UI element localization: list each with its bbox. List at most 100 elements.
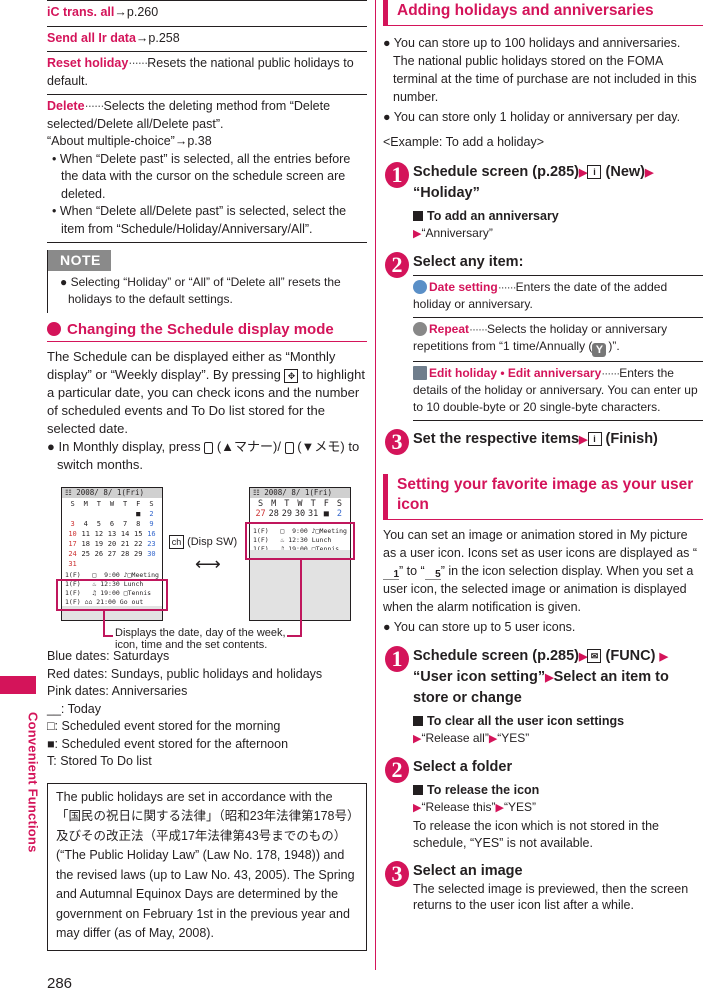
option-edit-holiday: Edit holiday • Edit anniversary······Ent… (413, 362, 703, 421)
calendar-day: 28 (120, 550, 130, 558)
calendar-day: 28 (268, 509, 279, 519)
calendar-day: 12 (94, 530, 104, 538)
option-date-setting: Date setting······Enters the date of the… (413, 274, 703, 318)
step-part: Schedule screen (p.285) (413, 163, 580, 180)
screen-title-bar: ☷ 2008/ 8/ 1(Fri) (250, 488, 350, 498)
annually-y-icon: Y (592, 342, 607, 357)
disp-sw-text: (Disp SW) (187, 536, 238, 548)
highlight-frame (56, 579, 168, 611)
term: Send all Ir data (47, 30, 136, 45)
ch-key-icon: ch (169, 535, 184, 550)
bullet-switch-months: ● In Monthly display, press (▲マナー)/ (▼メモ… (47, 438, 367, 474)
weekday-header: M (83, 500, 88, 508)
calendar-day: 29 (281, 509, 292, 519)
weekday-header: T (96, 500, 101, 508)
multi-cursor-key-icon: ✥ (284, 368, 299, 383)
leader-dots: ······ (84, 99, 105, 113)
calendar-day: 8 (136, 520, 141, 528)
step-1: 1 Schedule screen (p.285)▶ i (New)▶ “Holi… (383, 161, 703, 244)
column-divider (375, 0, 376, 970)
bullet-text: ● In Monthly display, press (47, 439, 201, 454)
edit-list-icon (413, 365, 427, 380)
up-side-key-icon (204, 441, 214, 454)
calendar-day (92, 559, 105, 569)
legend-item: T: Stored To Do list (47, 754, 152, 768)
sub-heading-text: To clear all the user icon settings (427, 713, 625, 728)
section-title: Changing the Schedule display mode (67, 320, 334, 338)
arrow-icon: ▶ (495, 802, 504, 814)
calendar-day: 19 (94, 540, 104, 548)
sub-text: ▶“Release all”▶“YES” (413, 730, 703, 749)
weekday-header: W (109, 500, 115, 508)
step-part: “User icon setting” (413, 668, 546, 685)
leader-dots: ······ (601, 365, 620, 380)
weekday-header: S (149, 500, 154, 508)
arrow-icon: ▶ (645, 166, 654, 179)
step-2: 2 Select a folder To release the icon ▶“… (383, 756, 703, 853)
i-mode-key-icon: i (587, 164, 602, 179)
page-ref-link[interactable]: “About multiple-choice”→p.38 (47, 133, 367, 151)
page-ref-link[interactable]: →p.258 (136, 31, 180, 45)
step-text: Select a folder (413, 758, 513, 775)
step-part: (New) (605, 163, 645, 180)
down-side-key-icon (284, 441, 294, 454)
step-text: Schedule screen (p.285)▶ ✉ (FUNC) ▶ “User… (413, 646, 703, 708)
calendar-day: 30 (294, 509, 306, 519)
page-ref-link[interactable]: →p.260 (114, 5, 158, 19)
calendar-day: 22 (134, 540, 143, 548)
sub-text-value: “Release all” (421, 731, 489, 745)
bullet-circle-icon (47, 322, 61, 337)
option-term: Date setting (429, 279, 498, 294)
calendar-day: 31 (68, 560, 77, 568)
term: Reset holiday (47, 56, 129, 70)
legend-item: ■: Scheduled event stored for the aftern… (47, 736, 289, 751)
leader-line (103, 611, 105, 637)
leader-line (300, 560, 302, 637)
calendar-day: ■ (136, 510, 141, 518)
step-text: Select an image (413, 862, 523, 879)
bullet-text: (▲マナー)/ (216, 439, 281, 454)
note-label: NOTE (48, 250, 111, 271)
step-text: Schedule screen (p.285)▶ i (New)▶ “Holida… (413, 162, 703, 203)
repeat-icon (413, 321, 427, 336)
weekday-header: T (284, 499, 290, 509)
weekday-header: M (271, 499, 277, 509)
weekday-header: F (136, 500, 141, 508)
square-bullet-icon (413, 784, 423, 795)
mail-key-icon: ✉ (587, 648, 602, 663)
double-arrow-icon: ⟷ (195, 554, 221, 574)
calendar-day: 31 (308, 509, 319, 519)
step-3: 3 Select an image The selected image is … (383, 860, 703, 913)
option-desc-end: )”. (608, 338, 620, 353)
weekday-header: S (336, 499, 342, 509)
disp-sw-label: ch (Disp SW) (169, 534, 237, 552)
calendar-day (145, 559, 158, 569)
intro-text: ” to “ (399, 563, 425, 578)
calendar-day: 26 (94, 550, 104, 558)
bullet-item: ● You can store up to 5 user icons. (383, 619, 576, 634)
weekly-calendar-grid: S M T W T F S 27 28 29 30 31 ■ 2 (250, 498, 350, 520)
chapter-label: Convenient Functions (25, 712, 41, 853)
square-bullet-icon (413, 715, 423, 726)
highlight-frame (245, 522, 355, 560)
arrow-icon: ▶ (579, 166, 588, 179)
calendar-day: 29 (134, 550, 143, 558)
section-title-user-icon: Setting your favorite image as your user… (383, 473, 703, 520)
calendar-day: 5 (96, 520, 101, 528)
calendar-day: 24 (68, 550, 77, 558)
sub-text-value: “YES” (497, 731, 530, 745)
calendar-day: 7 (123, 520, 128, 528)
calendar-day: 2 (336, 509, 342, 519)
sub-text: ▶“Release this”▶“YES” (413, 799, 703, 818)
calendar-day: 10 (68, 530, 77, 538)
step-part: (FUNC) (605, 647, 656, 664)
option-term: Edit holiday • Edit anniversary (429, 365, 602, 380)
calendar-day: 23 (147, 540, 156, 548)
step-text: Select any item: (413, 253, 524, 270)
step-number: 2 (385, 251, 409, 278)
note-box: NOTE ● Selecting “Holiday” or “All” of “… (47, 250, 367, 313)
example-label: <Example: To add a holiday> (383, 135, 544, 149)
sub-bullet: • When “Delete all/Delete past” is selec… (52, 204, 347, 236)
calendar-day (105, 509, 118, 519)
step-number: 2 (385, 756, 409, 783)
